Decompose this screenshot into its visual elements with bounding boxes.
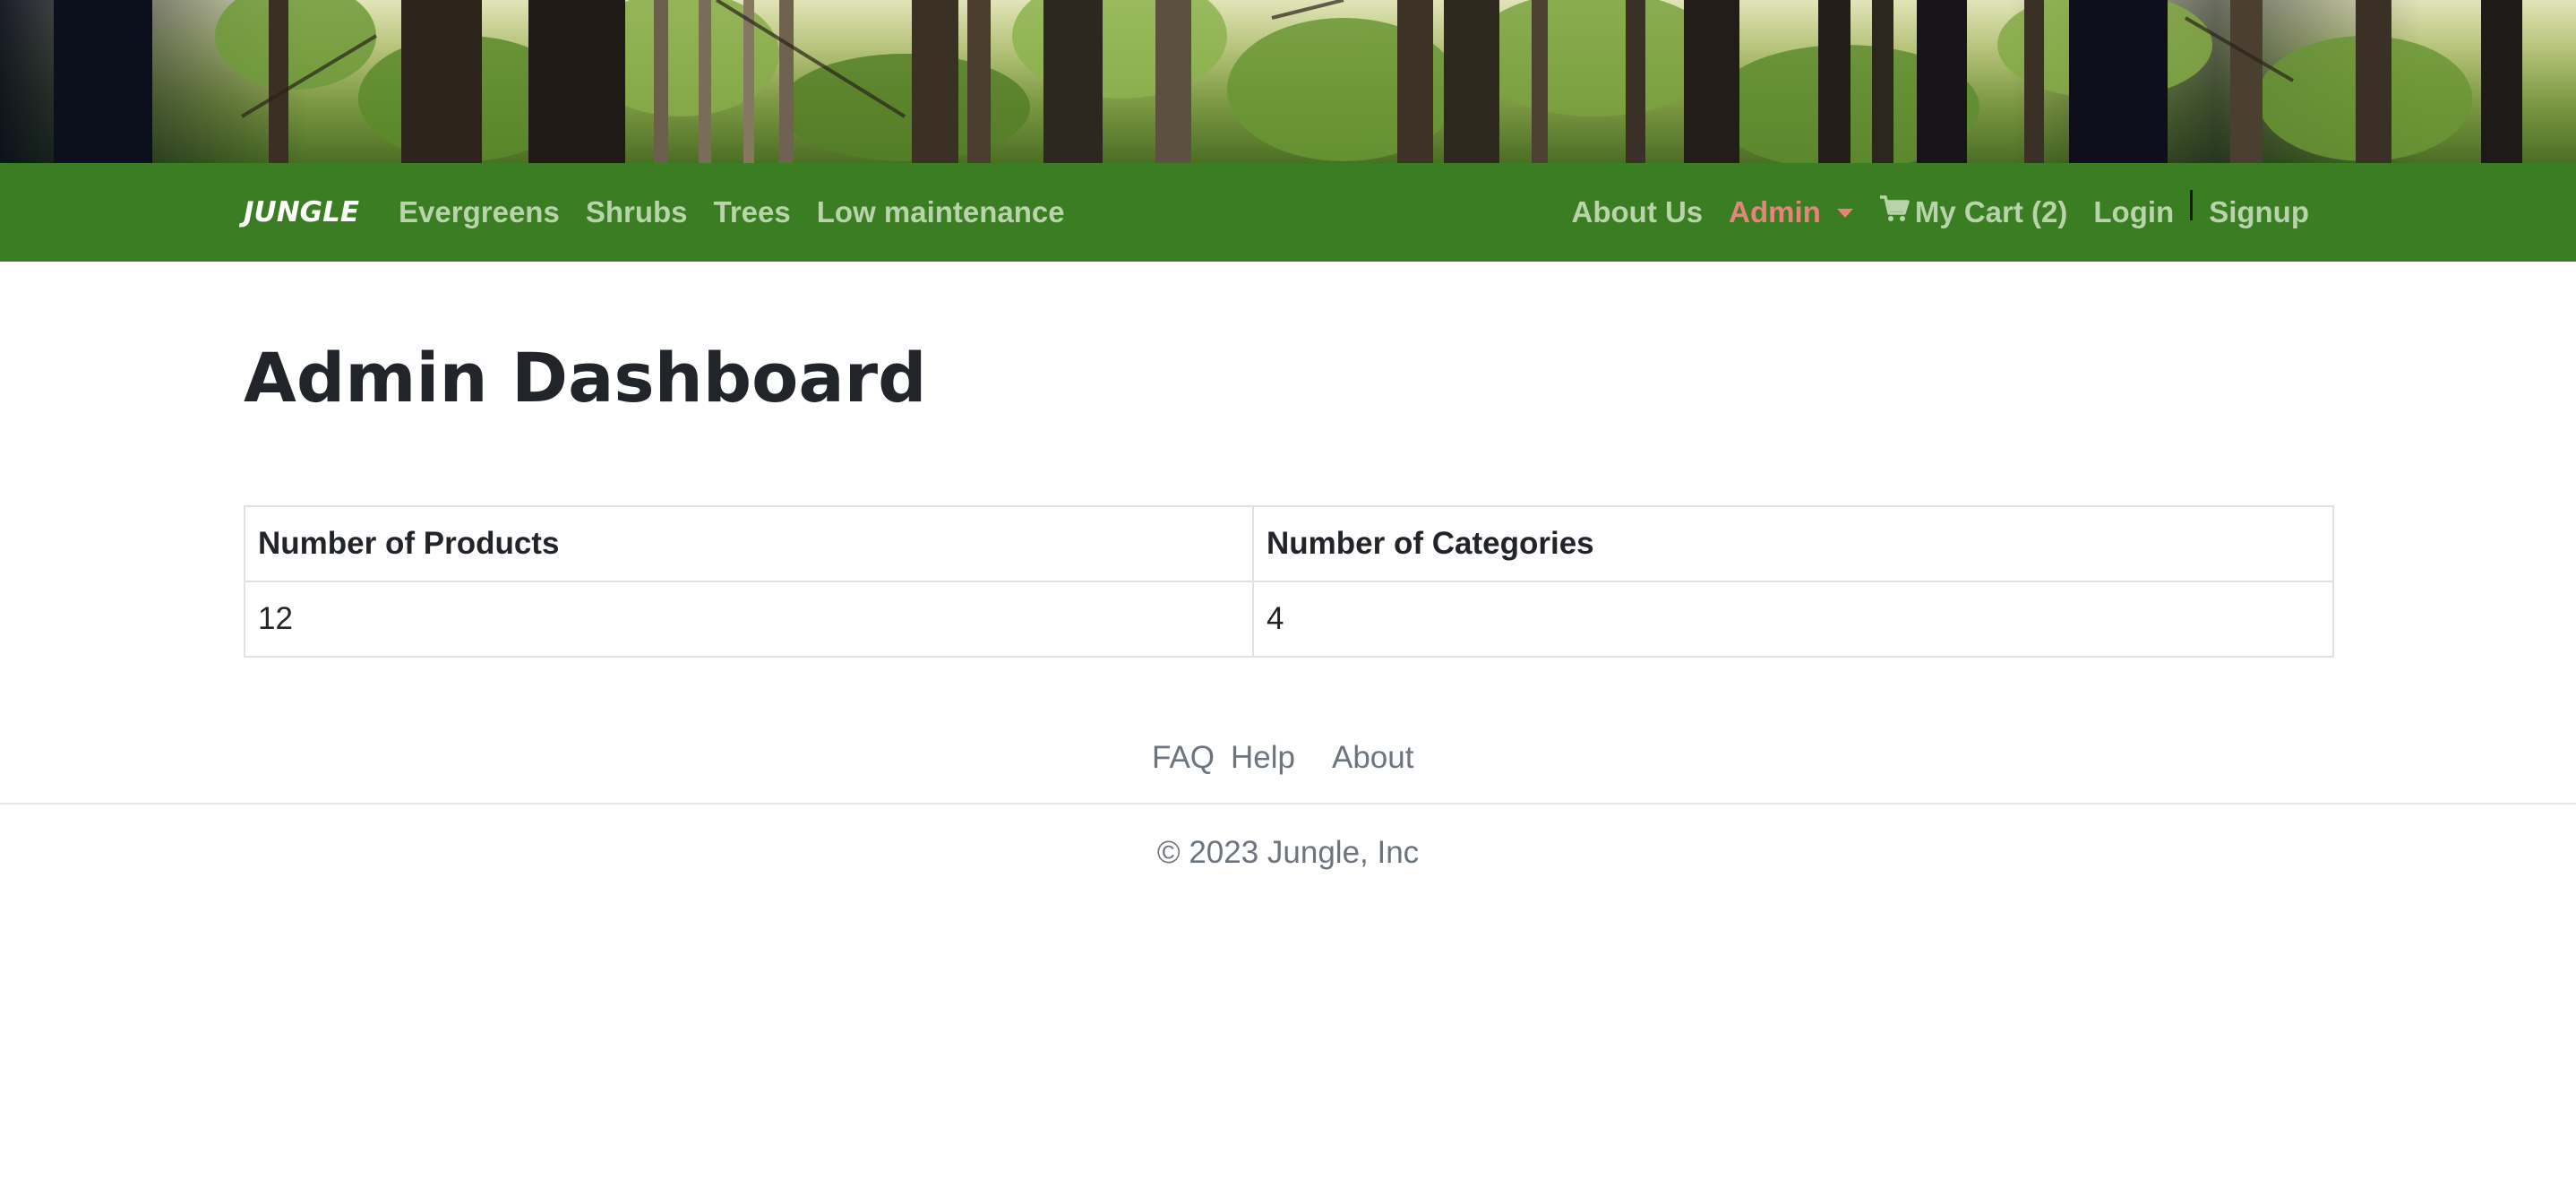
brand-logo[interactable]: JUNGLE [244, 196, 359, 228]
footer-links: FAQ Help About [0, 740, 2576, 776]
main-content: Admin Dashboard Number of Products Numbe… [0, 262, 2576, 658]
nav-link-evergreens[interactable]: Evergreens [399, 195, 560, 229]
cart-icon [1879, 195, 1910, 229]
admin-dropdown[interactable]: Admin [1729, 195, 1853, 229]
navbar: JUNGLE Evergreens Shrubs Trees Low maint… [0, 163, 2576, 262]
nav-link-about-us[interactable]: About Us [1572, 195, 1704, 229]
copyright: © 2023 Jungle, Inc [1156, 835, 1420, 870]
table-row: 12 4 [244, 581, 2334, 658]
nav-link-low-maintenance[interactable]: Low maintenance [817, 195, 1065, 229]
nav-link-signup[interactable]: Signup [2209, 195, 2309, 229]
nav-link-shrubs[interactable]: Shrubs [586, 195, 688, 229]
page-title: Admin Dashboard [244, 338, 927, 417]
categories-count: 4 [1252, 581, 2334, 658]
forest-image [54, 0, 2522, 163]
footer: FAQ Help About © 2023 Jungle, Inc [0, 740, 2576, 871]
stats-table: Number of Products Number of Categories … [244, 505, 2334, 658]
nav-link-trees[interactable]: Trees [714, 195, 791, 229]
footer-link-help[interactable]: Help [1231, 740, 1295, 776]
my-cart-link[interactable]: My Cart (2) [1879, 195, 2068, 229]
table-header-products: Number of Products [244, 505, 1254, 582]
caret-down-icon [1836, 209, 1853, 218]
my-cart-label: My Cart (2) [1914, 195, 2068, 228]
admin-dropdown-label: Admin [1729, 195, 1821, 228]
footer-link-about[interactable]: About [1332, 740, 1413, 776]
nav-left: JUNGLE Evergreens Shrubs Trees Low maint… [244, 163, 1091, 262]
nav-link-login[interactable]: Login [2093, 195, 2174, 229]
footer-divider [0, 803, 2576, 805]
hero-banner [0, 0, 2576, 163]
nav-divider [2190, 190, 2194, 220]
nav-right: About Us Admin My Cart (2) Login Signup [1546, 163, 2322, 262]
table-header-row: Number of Products Number of Categories [244, 505, 2334, 582]
products-count: 12 [244, 581, 1254, 658]
footer-link-faq[interactable]: FAQ [1152, 740, 1215, 776]
table-header-categories: Number of Categories [1252, 505, 2334, 582]
